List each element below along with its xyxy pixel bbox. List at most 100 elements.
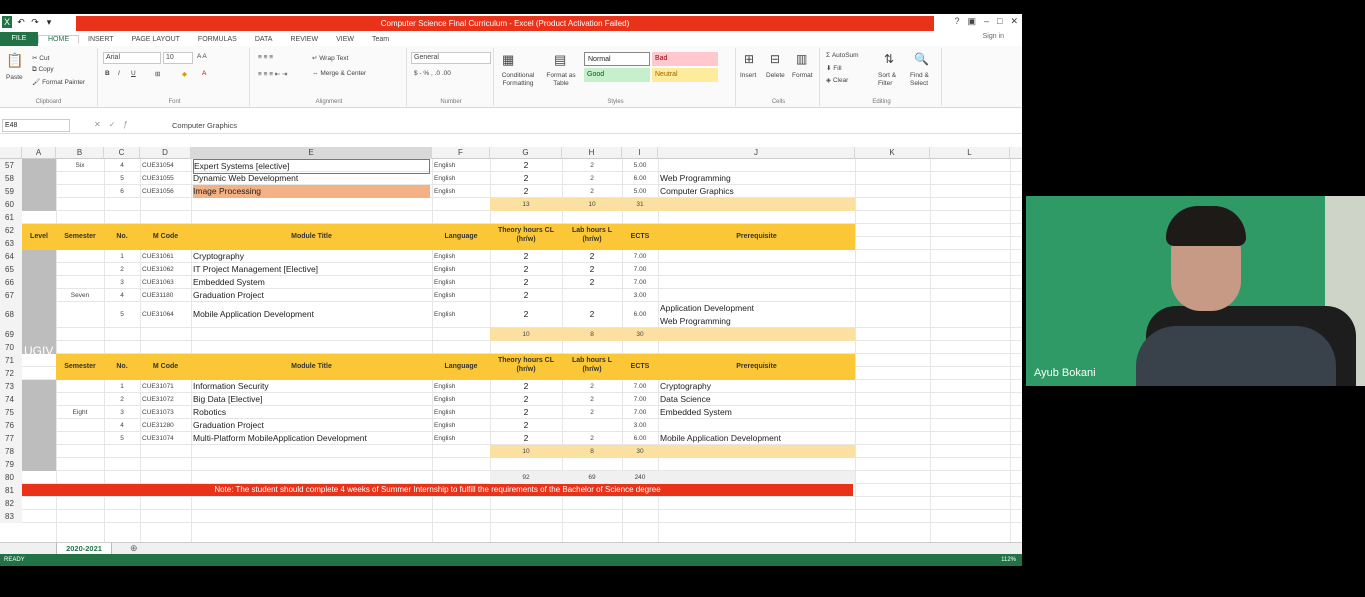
insert-button[interactable]: Insert bbox=[740, 72, 756, 79]
style-bad[interactable]: Bad bbox=[652, 52, 718, 66]
row-header[interactable]: 70 bbox=[0, 341, 22, 354]
close-icon[interactable]: ✕ bbox=[1010, 16, 1018, 27]
row-header[interactable]: 57 bbox=[0, 159, 22, 172]
tab-team[interactable]: Team bbox=[363, 36, 398, 43]
minimize-icon[interactable]: – bbox=[984, 16, 989, 27]
row-header[interactable]: 62 bbox=[0, 224, 22, 237]
row-header[interactable]: 61 bbox=[0, 211, 22, 224]
clear-button[interactable]: ◈ Clear bbox=[826, 76, 848, 84]
module-title[interactable]: Mobile Application Development bbox=[193, 308, 430, 321]
column-header[interactable]: D bbox=[140, 147, 191, 159]
paste-icon[interactable]: 📋 bbox=[6, 52, 23, 69]
new-sheet-icon[interactable]: ⊕ bbox=[130, 543, 138, 554]
binoculars-icon[interactable]: 🔍 bbox=[914, 52, 929, 66]
help-icon[interactable]: ? bbox=[954, 16, 959, 27]
zoom-level[interactable]: 112% bbox=[1001, 554, 1016, 566]
format-button[interactable]: Format bbox=[792, 72, 813, 79]
currency-icon[interactable]: $ - % , .0 .00 bbox=[414, 70, 451, 77]
borders-icon[interactable]: ⊞ bbox=[155, 70, 160, 78]
row-header[interactable]: 75 bbox=[0, 406, 22, 419]
row-header[interactable]: 63 bbox=[0, 237, 22, 250]
copy-button[interactable]: ⧉ Copy bbox=[32, 66, 54, 74]
format-cells-icon[interactable]: ▥ bbox=[796, 52, 807, 66]
module-title[interactable]: Embedded System bbox=[193, 276, 430, 289]
row-header[interactable]: 60 bbox=[0, 198, 22, 211]
row-header[interactable]: 65 bbox=[0, 263, 22, 276]
style-good[interactable]: Good bbox=[584, 68, 650, 82]
worksheet-grid[interactable]: 57 58 59 60 61 62 63 64 65 66 67 68 69 70 71 72 73 74 75 76… bbox=[0, 159, 1022, 542]
delete-button[interactable]: Delete bbox=[766, 72, 785, 79]
row-header[interactable]: 58 bbox=[0, 172, 22, 185]
row-header[interactable]: 72 bbox=[0, 367, 22, 380]
conditional-format-icon[interactable]: ▦ bbox=[502, 52, 514, 68]
module-title[interactable]: Graduation Project bbox=[193, 289, 430, 302]
undo-icon[interactable]: ↶ bbox=[16, 16, 26, 28]
column-header[interactable]: G bbox=[490, 147, 562, 159]
redo-icon[interactable]: ↷ bbox=[30, 16, 40, 28]
style-normal[interactable]: Normal bbox=[584, 52, 650, 66]
row-header[interactable]: 73 bbox=[0, 380, 22, 393]
customize-icon[interactable]: ▾ bbox=[44, 16, 54, 28]
column-header[interactable]: H bbox=[562, 147, 622, 159]
row-header[interactable]: 69 bbox=[0, 328, 22, 341]
module-title[interactable]: IT Project Management [Elective] bbox=[193, 263, 430, 276]
row-header[interactable]: 68 bbox=[0, 302, 22, 328]
row-header[interactable]: 66 bbox=[0, 276, 22, 289]
font-color-icon[interactable]: A bbox=[202, 70, 206, 77]
row-header[interactable]: 80 bbox=[0, 471, 22, 484]
format-table-icon[interactable]: ▤ bbox=[554, 52, 566, 68]
italic-button[interactable]: I bbox=[118, 70, 120, 77]
format-as-table-button[interactable]: Format as Table bbox=[542, 72, 580, 88]
column-header[interactable]: J bbox=[658, 147, 855, 159]
tab-page-layout[interactable]: PAGE LAYOUT bbox=[123, 36, 189, 43]
sign-in-link[interactable]: Sign in bbox=[983, 33, 1004, 40]
fill-color-icon[interactable]: ◆ bbox=[182, 70, 187, 78]
row-header[interactable]: 64 bbox=[0, 250, 22, 263]
row-header[interactable]: 74 bbox=[0, 393, 22, 406]
tab-home[interactable]: HOME bbox=[38, 35, 79, 43]
wrap-text-button[interactable]: ↵ Wrap Text bbox=[312, 54, 348, 62]
paste-button[interactable]: Paste bbox=[6, 74, 23, 81]
merge-center-button[interactable]: ⇔ Merge & Center bbox=[312, 70, 366, 77]
column-header[interactable]: L bbox=[930, 147, 1010, 159]
tab-view[interactable]: VIEW bbox=[327, 36, 363, 43]
row-header[interactable]: 82 bbox=[0, 497, 22, 510]
row-header[interactable]: 81 bbox=[0, 484, 22, 497]
row-header[interactable]: 83 bbox=[0, 510, 22, 523]
align-left-icon[interactable]: ≡ ≡ ≡ ⇤ ⇥ bbox=[258, 70, 288, 78]
column-header[interactable]: K bbox=[855, 147, 930, 159]
row-header[interactable]: 78 bbox=[0, 445, 22, 458]
sort-filter-button[interactable]: Sort & Filter bbox=[878, 72, 908, 88]
fill-button[interactable]: ⬇ Fill bbox=[826, 64, 842, 72]
corner-cell[interactable] bbox=[0, 147, 22, 159]
module-title[interactable]: Dynamic Web Development bbox=[193, 172, 430, 185]
column-header[interactable]: B bbox=[56, 147, 104, 159]
column-header[interactable]: E bbox=[191, 147, 432, 159]
row-header[interactable]: 77 bbox=[0, 432, 22, 445]
column-header[interactable]: C bbox=[104, 147, 140, 159]
grow-font-icon[interactable]: A A bbox=[197, 53, 207, 60]
autosum-button[interactable]: Σ AutoSum bbox=[826, 52, 859, 59]
column-header[interactable]: F bbox=[432, 147, 490, 159]
number-format-select[interactable]: General bbox=[411, 52, 491, 64]
tab-data[interactable]: DATA bbox=[246, 36, 282, 43]
row-header[interactable]: 67 bbox=[0, 289, 22, 302]
row-header[interactable]: 71 bbox=[0, 354, 22, 367]
style-neutral[interactable]: Neutral bbox=[652, 68, 718, 82]
sort-icon[interactable]: ⇅ bbox=[884, 52, 894, 66]
column-header[interactable]: I bbox=[622, 147, 658, 159]
align-top-icon[interactable]: ≡ ≡ ≡ bbox=[258, 54, 273, 61]
find-select-button[interactable]: Find & Select bbox=[910, 72, 940, 88]
row-header[interactable]: 59 bbox=[0, 185, 22, 198]
bold-button[interactable]: B bbox=[105, 70, 110, 77]
formula-input[interactable]: Computer Graphics bbox=[172, 121, 237, 130]
cut-button[interactable]: ✂ Cut bbox=[32, 54, 49, 62]
fx-icon[interactable]: ✕✓ƒ bbox=[94, 120, 136, 129]
tab-insert[interactable]: INSERT bbox=[79, 36, 123, 43]
tab-file[interactable]: FILE bbox=[0, 32, 38, 46]
row-header[interactable]: 76 bbox=[0, 419, 22, 432]
name-box[interactable]: E48 bbox=[2, 119, 70, 132]
format-painter-button[interactable]: 🖌 Format Painter bbox=[32, 78, 85, 86]
underline-button[interactable]: U bbox=[131, 70, 136, 77]
tab-formulas[interactable]: FORMULAS bbox=[189, 36, 246, 43]
